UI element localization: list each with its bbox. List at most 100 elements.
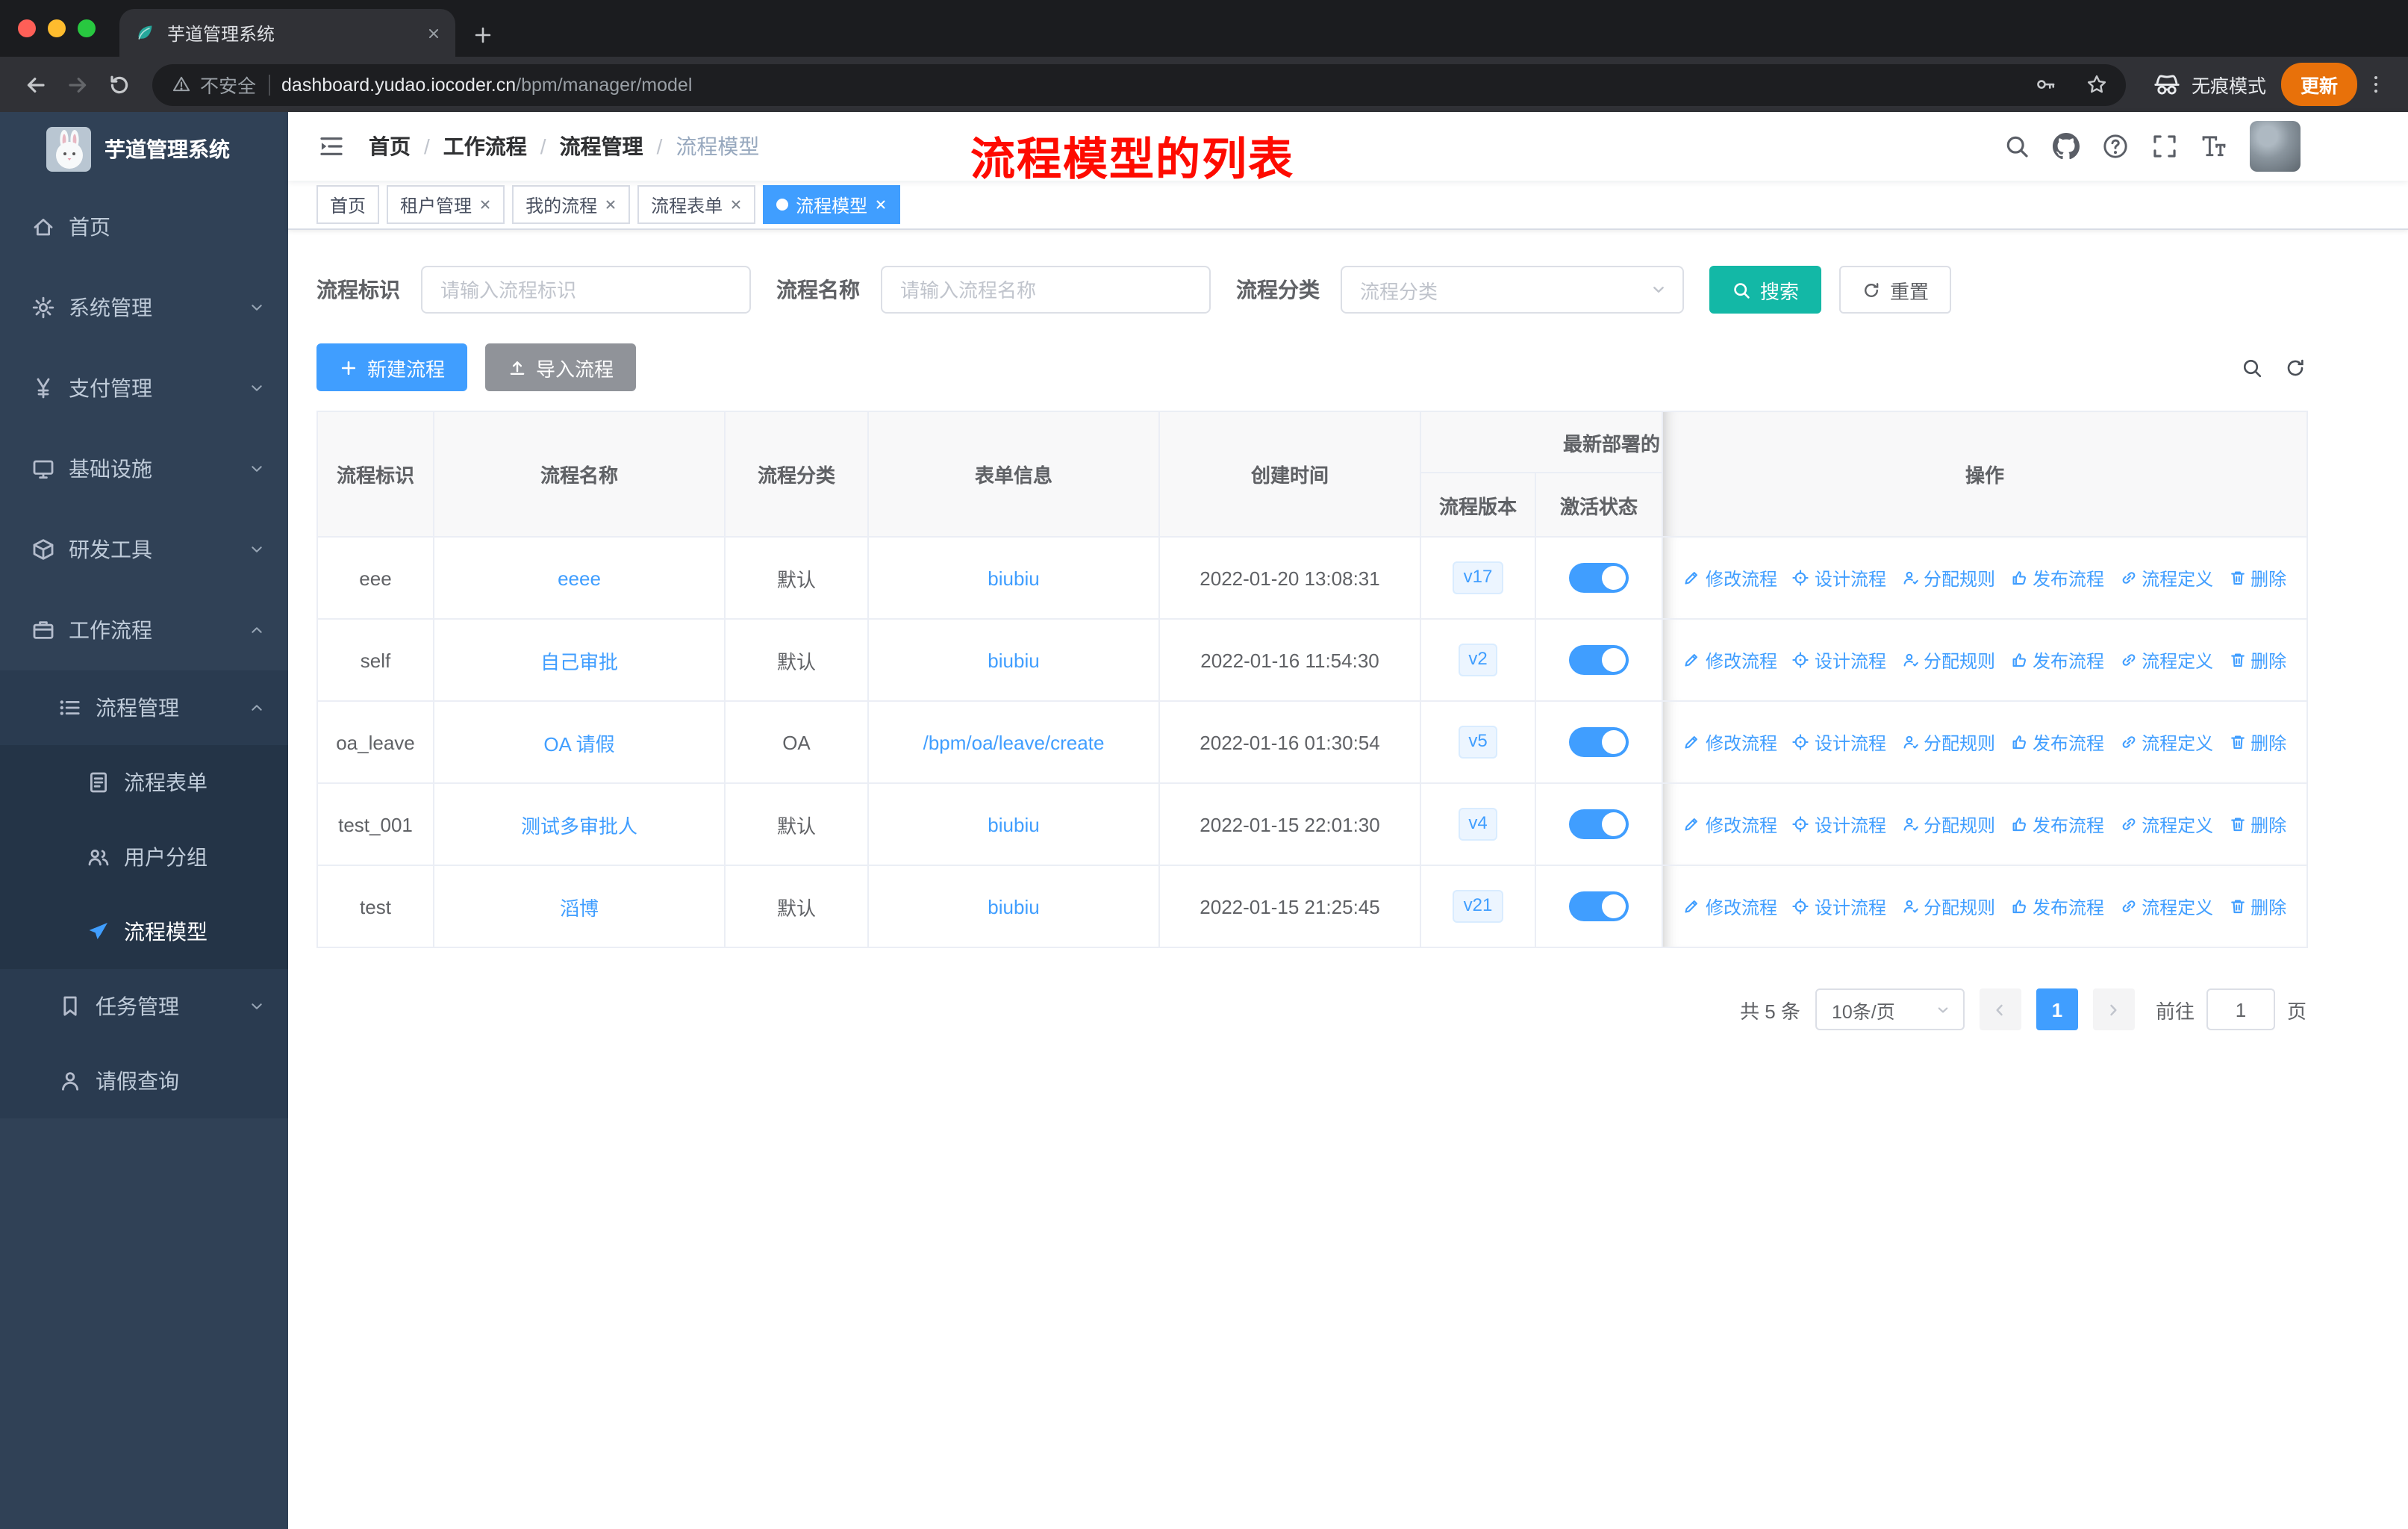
sidebar-item-process-form[interactable]: 流程表单 bbox=[0, 745, 288, 820]
delete-link[interactable]: 删除 bbox=[2228, 565, 2286, 591]
form-info-link[interactable]: biubiu bbox=[988, 895, 1039, 918]
search-button[interactable]: 搜索 bbox=[1709, 266, 1822, 314]
sidebar-item-process-model[interactable]: 流程模型 bbox=[0, 894, 288, 969]
create-flow-button[interactable]: 新建流程 bbox=[316, 343, 468, 391]
process-name-link[interactable]: 自己审批 bbox=[540, 650, 618, 673]
modify-flow-link[interactable]: 修改流程 bbox=[1683, 729, 1777, 755]
design-flow-link[interactable]: 设计流程 bbox=[1792, 894, 1886, 919]
breadcrumb-item[interactable]: 流程管理 bbox=[560, 131, 643, 161]
modify-flow-link[interactable]: 修改流程 bbox=[1683, 565, 1777, 591]
assign-rule-link[interactable]: 分配规则 bbox=[1901, 647, 1995, 673]
delete-link[interactable]: 删除 bbox=[2228, 894, 2286, 919]
design-flow-link[interactable]: 设计流程 bbox=[1792, 812, 1886, 837]
tag-close-icon[interactable] bbox=[479, 199, 491, 211]
reload-icon[interactable] bbox=[99, 63, 140, 105]
design-flow-link[interactable]: 设计流程 bbox=[1792, 565, 1886, 591]
back-icon[interactable] bbox=[15, 63, 57, 105]
sidebar-item-process-management[interactable]: 流程管理 bbox=[0, 670, 288, 745]
window-minimize-button[interactable] bbox=[48, 19, 66, 37]
publish-flow-link[interactable]: 发布流程 bbox=[2010, 894, 2104, 919]
page-number-button[interactable]: 1 bbox=[2036, 988, 2078, 1030]
form-info-link[interactable]: biubiu bbox=[988, 813, 1039, 835]
process-category-select[interactable]: 流程分类 bbox=[1341, 266, 1684, 314]
publish-flow-link[interactable]: 发布流程 bbox=[2010, 647, 2104, 673]
breadcrumb-item[interactable]: 首页 bbox=[369, 131, 411, 161]
browser-tab[interactable]: 芋道管理系统 bbox=[119, 9, 455, 57]
window-close-button[interactable] bbox=[18, 19, 36, 37]
form-info-link[interactable]: /bpm/oa/leave/create bbox=[923, 731, 1105, 753]
publish-flow-link[interactable]: 发布流程 bbox=[2010, 729, 2104, 755]
process-name-link[interactable]: OA 请假 bbox=[543, 732, 614, 755]
flow-definition-link[interactable]: 流程定义 bbox=[2119, 565, 2213, 591]
goto-page-input[interactable] bbox=[2206, 988, 2275, 1030]
forward-icon[interactable] bbox=[57, 63, 99, 105]
active-toggle[interactable] bbox=[1569, 645, 1629, 675]
sidebar-item-workflow[interactable]: 工作流程 bbox=[0, 590, 288, 670]
url-bar[interactable]: 不安全 dashboard.yudao.iocoder.cn/bpm/manag… bbox=[152, 63, 2126, 105]
assign-rule-link[interactable]: 分配规则 bbox=[1901, 812, 1995, 837]
browser-update-button[interactable]: 更新 bbox=[2280, 63, 2357, 106]
assign-rule-link[interactable]: 分配规则 bbox=[1901, 894, 1995, 919]
assign-rule-link[interactable]: 分配规则 bbox=[1901, 565, 1995, 591]
active-toggle[interactable] bbox=[1569, 563, 1629, 593]
delete-link[interactable]: 删除 bbox=[2228, 812, 2286, 837]
modify-flow-link[interactable]: 修改流程 bbox=[1683, 647, 1777, 673]
publish-flow-link[interactable]: 发布流程 bbox=[2010, 565, 2104, 591]
delete-link[interactable]: 删除 bbox=[2228, 647, 2286, 673]
new-tab-button[interactable] bbox=[473, 25, 493, 45]
sidebar-item-task-management[interactable]: 任务管理 bbox=[0, 969, 288, 1044]
tag-process-model[interactable]: 流程模型 bbox=[763, 185, 901, 224]
reset-button[interactable]: 重置 bbox=[1839, 266, 1952, 314]
process-name-link[interactable]: 滔博 bbox=[560, 897, 599, 919]
security-indicator[interactable]: 不安全 bbox=[172, 70, 256, 99]
flow-definition-link[interactable]: 流程定义 bbox=[2119, 894, 2213, 919]
sidebar-item-payment-management[interactable]: 支付管理 bbox=[0, 348, 288, 429]
flow-definition-link[interactable]: 流程定义 bbox=[2119, 812, 2213, 837]
sidebar-item-leave-query[interactable]: 请假查询 bbox=[0, 1044, 288, 1118]
assign-rule-link[interactable]: 分配规则 bbox=[1901, 729, 1995, 755]
active-toggle[interactable] bbox=[1569, 809, 1629, 839]
form-info-link[interactable]: biubiu bbox=[988, 567, 1039, 589]
window-zoom-button[interactable] bbox=[78, 19, 96, 37]
sidebar-item-system-management[interactable]: 系统管理 bbox=[0, 267, 288, 348]
browser-menu-icon[interactable] bbox=[2357, 73, 2393, 96]
font-size-icon[interactable] bbox=[2200, 133, 2227, 160]
active-toggle[interactable] bbox=[1569, 727, 1629, 757]
process-name-input[interactable] bbox=[881, 266, 1211, 314]
tag-close-icon[interactable] bbox=[605, 199, 617, 211]
sidebar-item-user-group[interactable]: 用户分组 bbox=[0, 820, 288, 894]
search-icon[interactable] bbox=[2003, 133, 2030, 160]
help-icon[interactable] bbox=[2102, 133, 2129, 160]
modify-flow-link[interactable]: 修改流程 bbox=[1683, 894, 1777, 919]
flow-definition-link[interactable]: 流程定义 bbox=[2119, 729, 2213, 755]
delete-link[interactable]: 删除 bbox=[2228, 729, 2286, 755]
flow-definition-link[interactable]: 流程定义 bbox=[2119, 647, 2213, 673]
next-page-button[interactable] bbox=[2092, 988, 2135, 1030]
sidebar-item-infrastructure[interactable]: 基础设施 bbox=[0, 429, 288, 509]
password-key-icon[interactable] bbox=[2027, 73, 2066, 96]
tag-close-icon[interactable] bbox=[875, 199, 887, 211]
modify-flow-link[interactable]: 修改流程 bbox=[1683, 812, 1777, 837]
fullscreen-icon[interactable] bbox=[2151, 133, 2178, 160]
breadcrumb-item[interactable]: 工作流程 bbox=[443, 131, 527, 161]
design-flow-link[interactable]: 设计流程 bbox=[1792, 647, 1886, 673]
process-name-link[interactable]: 测试多审批人 bbox=[521, 815, 637, 837]
hide-search-icon[interactable] bbox=[2241, 356, 2263, 379]
refresh-table-icon[interactable] bbox=[2284, 356, 2306, 379]
tag-process-form[interactable]: 流程表单 bbox=[637, 185, 756, 224]
import-flow-button[interactable]: 导入流程 bbox=[485, 343, 637, 391]
tag-my-flows[interactable]: 我的流程 bbox=[512, 185, 631, 224]
tab-close-icon[interactable] bbox=[427, 26, 440, 40]
app-logo[interactable]: 芋道管理系统 bbox=[0, 112, 288, 187]
user-avatar[interactable] bbox=[2250, 121, 2301, 172]
github-icon[interactable] bbox=[2053, 133, 2080, 160]
tag-close-icon[interactable] bbox=[730, 199, 742, 211]
page-size-select[interactable]: 10条/页 bbox=[1815, 988, 1965, 1030]
sidebar-item-home[interactable]: 首页 bbox=[0, 187, 288, 267]
tag-home[interactable]: 首页 bbox=[316, 185, 380, 224]
bookmark-star-icon[interactable] bbox=[2078, 73, 2117, 96]
process-name-link[interactable]: eeee bbox=[558, 567, 601, 589]
tag-tenant-management[interactable]: 租户管理 bbox=[387, 185, 505, 224]
design-flow-link[interactable]: 设计流程 bbox=[1792, 729, 1886, 755]
publish-flow-link[interactable]: 发布流程 bbox=[2010, 812, 2104, 837]
